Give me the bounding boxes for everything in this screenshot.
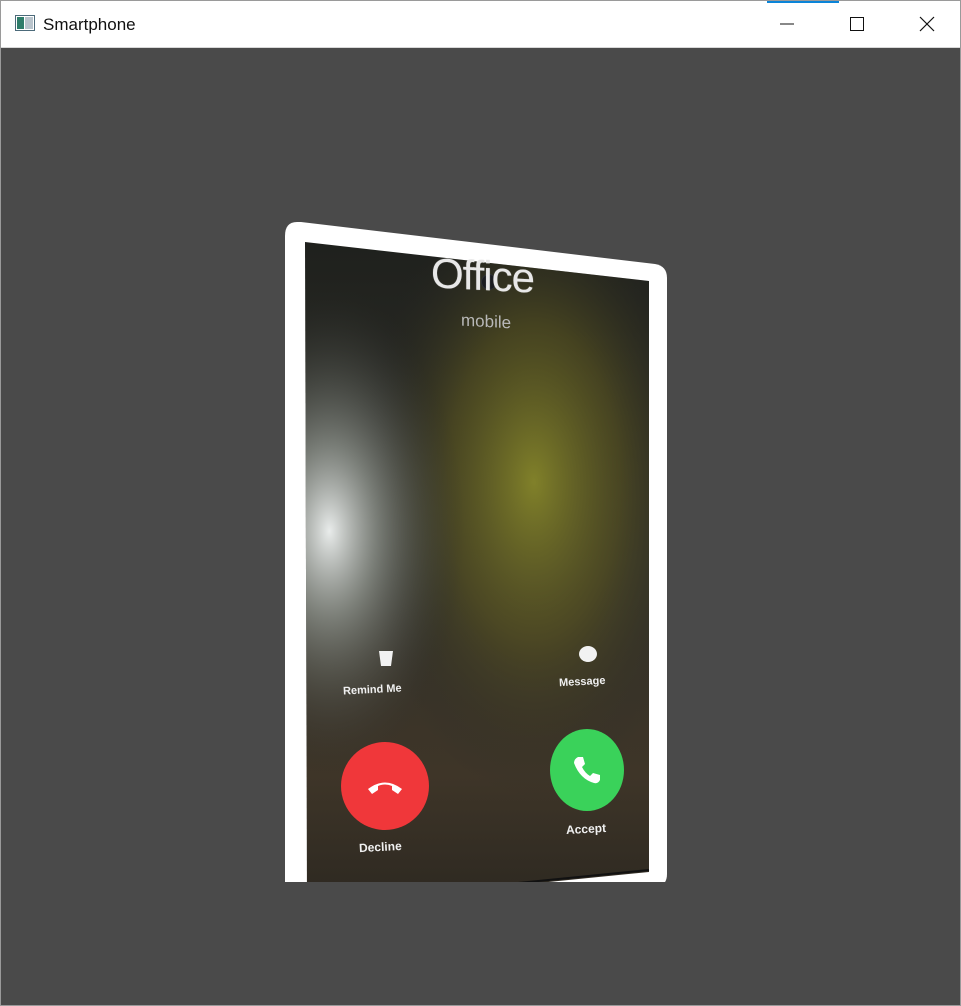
window-title: Smartphone bbox=[43, 15, 136, 34]
caller-name: Office bbox=[431, 249, 534, 302]
app-icon bbox=[15, 15, 35, 31]
maximize-icon bbox=[850, 17, 864, 31]
decline-label: Decline bbox=[358, 838, 403, 856]
title-bar[interactable]: Smartphone bbox=[1, 1, 960, 48]
minimize-icon bbox=[780, 23, 794, 25]
message-label[interactable]: Message bbox=[559, 675, 606, 689]
accept-button[interactable] bbox=[550, 729, 624, 811]
message-icon[interactable] bbox=[577, 644, 599, 666]
accept-label: Accept bbox=[565, 820, 607, 838]
close-button[interactable] bbox=[892, 1, 961, 47]
app-window: Smartphone Office mobile Remind Me Messa… bbox=[0, 0, 961, 1006]
caller-type: mobile bbox=[461, 310, 512, 333]
maximize-button[interactable] bbox=[822, 1, 892, 47]
minimize-button[interactable] bbox=[752, 1, 822, 47]
phone-hangup-icon bbox=[368, 782, 402, 794]
alarm-icon[interactable] bbox=[375, 648, 397, 670]
decline-button[interactable] bbox=[341, 742, 429, 830]
close-icon bbox=[919, 16, 935, 32]
phone-answer-icon bbox=[574, 757, 600, 784]
viewport-3d[interactable]: Office mobile Remind Me Message Decline bbox=[1, 48, 960, 1005]
smartphone-model[interactable]: Office mobile Remind Me Message Decline bbox=[283, 176, 669, 882]
